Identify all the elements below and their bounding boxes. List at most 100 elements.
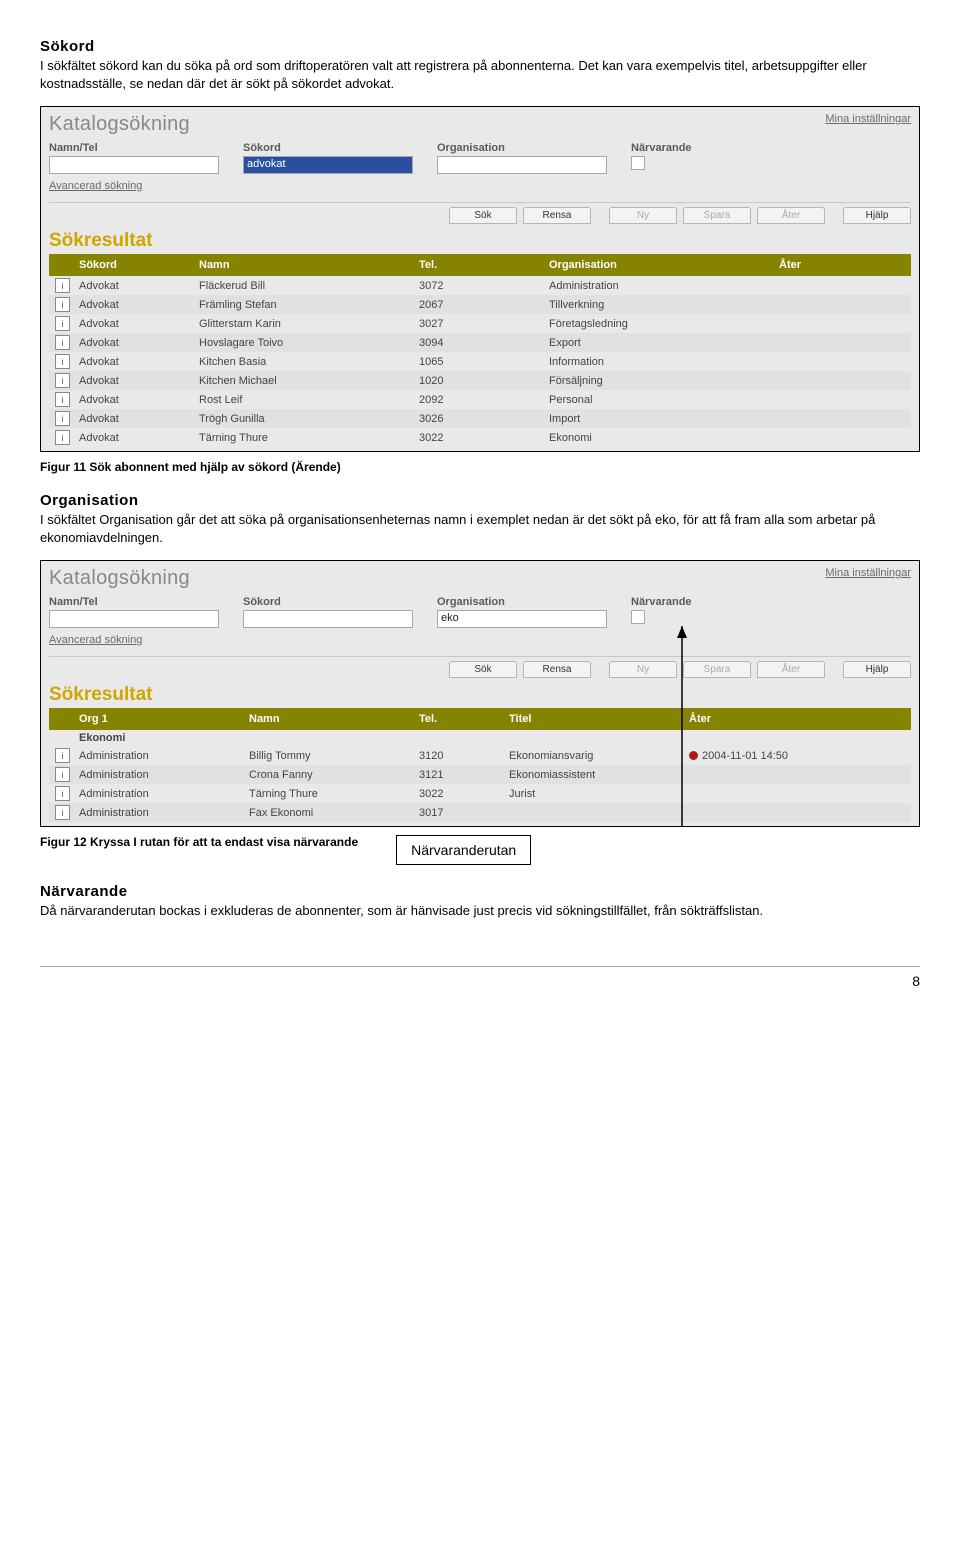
ater-button[interactable]: Åter [757, 207, 825, 224]
cell-ater [775, 417, 911, 421]
col-org: Organisation [545, 257, 775, 273]
cell-sokord: Advokat [75, 297, 195, 313]
cell-tel: 3121 [415, 767, 505, 783]
label-sokord: Sökord [243, 142, 413, 154]
cell-org: Import [545, 411, 775, 427]
cell-tel: 3017 [415, 805, 505, 821]
cell-org: Administration [75, 767, 245, 783]
cell-tel: 3072 [415, 278, 545, 294]
info-icon[interactable]: i [55, 748, 70, 763]
ater-button-2[interactable]: Åter [757, 661, 825, 678]
cell-namn: Crona Fanny [245, 767, 415, 783]
cell-namn: Kitchen Michael [195, 373, 415, 389]
rensa-button[interactable]: Rensa [523, 207, 591, 224]
cell-tel: 1065 [415, 354, 545, 370]
table-row[interactable]: iAdvokatRost Leif2092Personal [49, 390, 911, 409]
table-row[interactable]: iAdministrationFax Ekonomi3017 [49, 803, 911, 822]
info-icon[interactable]: i [55, 335, 70, 350]
info-icon[interactable]: i [55, 767, 70, 782]
cell-org: Information [545, 354, 775, 370]
table-row[interactable]: iAdvokatTrögh Gunilla3026Import [49, 409, 911, 428]
sok-button-2[interactable]: Sök [449, 661, 517, 678]
label-narv-2: Närvarande [631, 596, 692, 608]
cell-tel: 3022 [415, 430, 545, 446]
result-header: Sökord Namn Tel. Organisation Åter [49, 254, 911, 276]
table-row[interactable]: iAdvokatTärning Thure3022Ekonomi [49, 428, 911, 447]
result-title-2: Sökresultat [49, 684, 911, 706]
section-org-para: I sökfältet Organisation går det att sök… [40, 511, 920, 546]
label-namntel: Namn/Tel [49, 142, 219, 154]
ny-button-2[interactable]: Ny [609, 661, 677, 678]
advanced-search-link[interactable]: Avancerad sökning [49, 180, 142, 192]
cell-ater [685, 811, 911, 815]
namntel-input-2[interactable] [49, 610, 219, 628]
spara-button-2[interactable]: Spara [683, 661, 751, 678]
cell-sokord: Advokat [75, 392, 195, 408]
org-input-2[interactable]: eko [437, 610, 607, 628]
section-sokord-para: I sökfältet sökord kan du söka på ord so… [40, 57, 920, 92]
module-title-2: Katalogsökning [49, 567, 190, 590]
cell-namn: Glitterstam Karin [195, 316, 415, 332]
rensa-button-2[interactable]: Rensa [523, 661, 591, 678]
hjalp-button[interactable]: Hjälp [843, 207, 911, 224]
cell-org: Administration [545, 278, 775, 294]
info-icon[interactable]: i [55, 430, 70, 445]
info-icon[interactable]: i [55, 316, 70, 331]
table-row[interactable]: iAdministrationTärning Thure3022Jurist [49, 784, 911, 803]
cell-namn: Hovslagare Toivo [195, 335, 415, 351]
hjalp-button-2[interactable]: Hjälp [843, 661, 911, 678]
org-input[interactable] [437, 156, 607, 174]
table-row[interactable]: iAdministrationCrona Fanny3121Ekonomiass… [49, 765, 911, 784]
info-icon[interactable]: i [55, 805, 70, 820]
col-ater: Åter [775, 257, 911, 273]
cell-namn: Trögh Gunilla [195, 411, 415, 427]
col-tel: Tel. [415, 257, 545, 273]
table-row[interactable]: iAdvokatFrämling Stefan2067Tillverkning [49, 295, 911, 314]
cell-tel: 2067 [415, 297, 545, 313]
module-title: Katalogsökning [49, 113, 190, 136]
cell-org: Ekonomi [545, 430, 775, 446]
section-sokord-title: Sökord [40, 38, 920, 55]
col-namn: Namn [195, 257, 415, 273]
cell-sokord: Advokat [75, 278, 195, 294]
sok-button[interactable]: Sök [449, 207, 517, 224]
table-row[interactable]: iAdvokatKitchen Basia1065Information [49, 352, 911, 371]
my-settings-link[interactable]: Mina inställningar [825, 113, 911, 125]
narv-checkbox[interactable] [631, 156, 645, 170]
namntel-input[interactable] [49, 156, 219, 174]
my-settings-link-2[interactable]: Mina inställningar [825, 567, 911, 579]
cell-ater [775, 284, 911, 288]
cell-titel: Jurist [505, 786, 685, 802]
cell-sokord: Advokat [75, 373, 195, 389]
cell-org: Export [545, 335, 775, 351]
ny-button[interactable]: Ny [609, 207, 677, 224]
spara-button[interactable]: Spara [683, 207, 751, 224]
info-icon[interactable]: i [55, 392, 70, 407]
section-narv-para: Då närvaranderutan bockas i exkluderas d… [40, 902, 920, 920]
info-icon[interactable]: i [55, 297, 70, 312]
info-icon[interactable]: i [55, 373, 70, 388]
table-row[interactable]: iAdvokatKitchen Michael1020Försäljning [49, 371, 911, 390]
cell-tel: 2092 [415, 392, 545, 408]
cell-sokord: Advokat [75, 335, 195, 351]
info-icon[interactable]: i [55, 411, 70, 426]
sokord-input-2[interactable] [243, 610, 413, 628]
sokord-input[interactable]: advokat [243, 156, 413, 174]
cell-tel: 1020 [415, 373, 545, 389]
table-row[interactable]: iAdvokatFläckerud Bill3072Administration [49, 276, 911, 295]
cell-ater [775, 341, 911, 345]
info-icon[interactable]: i [55, 278, 70, 293]
narv-checkbox-2[interactable] [631, 610, 645, 624]
table-row[interactable]: iAdministrationBillig Tommy3120Ekonomian… [49, 746, 911, 765]
cell-tel: 3027 [415, 316, 545, 332]
advanced-search-link-2[interactable]: Avancerad sökning [49, 634, 142, 646]
result-title: Sökresultat [49, 230, 911, 252]
table-row[interactable]: iAdvokatGlitterstam Karin3027Företagsled… [49, 314, 911, 333]
info-icon[interactable]: i [55, 354, 70, 369]
table-row[interactable]: iAdvokatHovslagare Toivo3094Export [49, 333, 911, 352]
result-header-2: Org 1 Namn Tel. Titel Åter [49, 708, 911, 730]
col-org1: Org 1 [75, 711, 245, 727]
cell-tel: 3026 [415, 411, 545, 427]
info-icon[interactable]: i [55, 786, 70, 801]
screenshot-fig12: Katalogsökning Mina inställningar Namn/T… [40, 560, 920, 827]
